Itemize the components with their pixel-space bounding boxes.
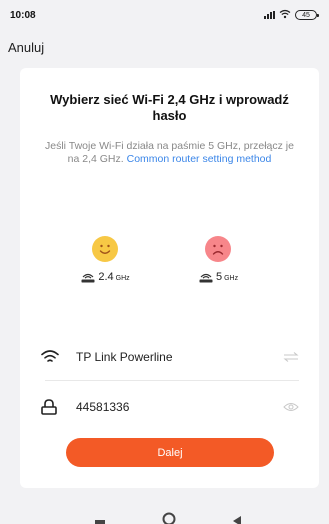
system-nav-bar bbox=[0, 500, 329, 524]
wifi-setup-card: Wybierz sieć Wi-Fi 2,4 GHz i wprowadź ha… bbox=[20, 68, 319, 488]
band-number: 5 bbox=[215, 271, 223, 283]
home-button[interactable] bbox=[162, 512, 176, 524]
status-icons: 45 bbox=[264, 6, 319, 24]
wifi-name-row[interactable]: TP Link Powerline bbox=[40, 340, 299, 374]
router-icon bbox=[198, 272, 214, 283]
status-time: 10:08 bbox=[10, 9, 36, 21]
back-button[interactable] bbox=[231, 514, 243, 524]
password-field[interactable]: 44581336 bbox=[64, 400, 279, 414]
status-bar: 10:08 45 bbox=[0, 0, 329, 30]
band-description: Jeśli Twoje Wi-Fi działa na paśmie 5 GHz… bbox=[42, 140, 297, 166]
signal-icon bbox=[264, 11, 275, 19]
band-unit: GHz bbox=[115, 275, 130, 282]
sad-face-icon bbox=[205, 236, 231, 262]
cancel-button[interactable]: Anuluj bbox=[8, 40, 44, 55]
next-button[interactable]: Dalej bbox=[66, 438, 274, 467]
switch-network-icon[interactable] bbox=[279, 352, 299, 362]
wifi-name-field[interactable]: TP Link Powerline bbox=[64, 350, 279, 364]
divider bbox=[45, 380, 299, 381]
battery-icon: 45 bbox=[295, 10, 319, 20]
recent-apps-button[interactable] bbox=[94, 516, 106, 524]
page-title: Wybierz sieć Wi-Fi 2,4 GHz i wprowadź ha… bbox=[50, 92, 289, 123]
wifi-icon bbox=[40, 349, 64, 365]
wifi-status-icon bbox=[279, 6, 291, 24]
band-number: 2.4 bbox=[98, 271, 114, 283]
band-5ghz: 5 GHz bbox=[188, 236, 248, 283]
happy-face-icon bbox=[92, 236, 118, 262]
band-2-4ghz: 2.4 GHz bbox=[75, 236, 135, 283]
router-setting-link[interactable]: Common router setting method bbox=[127, 153, 272, 165]
password-row[interactable]: 44581336 bbox=[40, 390, 299, 424]
router-icon bbox=[80, 272, 96, 283]
eye-icon[interactable] bbox=[279, 402, 299, 412]
lock-icon bbox=[40, 399, 64, 415]
band-unit: GHz bbox=[224, 275, 239, 282]
